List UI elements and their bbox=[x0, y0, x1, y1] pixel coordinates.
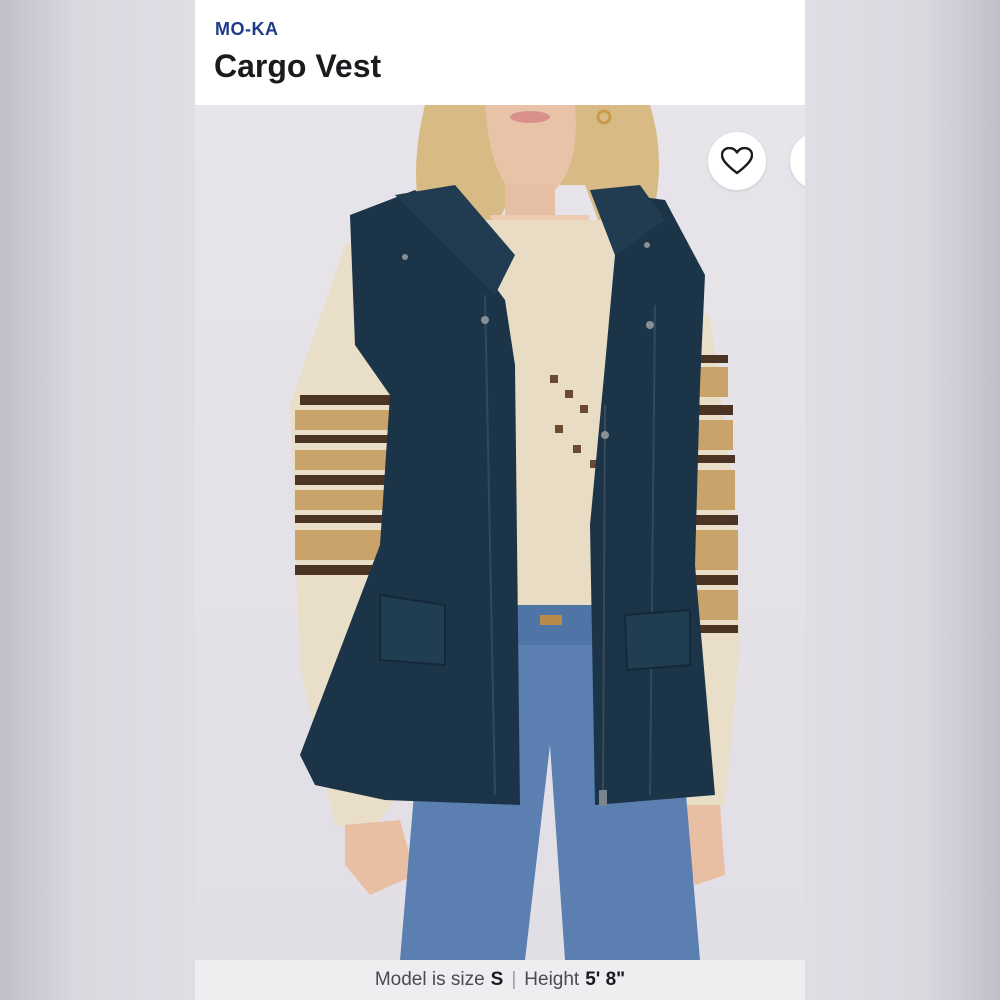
model-info-bar: Model is size S | Height 5' 8" bbox=[195, 960, 805, 1000]
height-value: 5' 8" bbox=[585, 969, 626, 990]
product-title: Cargo Vest bbox=[214, 48, 382, 84]
product-image[interactable] bbox=[195, 105, 805, 960]
size-value: S bbox=[490, 969, 504, 990]
product-screen: MO-KA Cargo Vest Model is size S | Heigh… bbox=[195, 0, 805, 1000]
favorite-button[interactable] bbox=[708, 132, 766, 190]
brand-name[interactable]: MO-KA bbox=[215, 19, 279, 40]
heart-outline-icon bbox=[721, 147, 753, 175]
model-illustration bbox=[290, 105, 740, 960]
size-label: Model is size bbox=[374, 969, 485, 990]
background-blur-left bbox=[0, 0, 195, 1000]
background-blur-right bbox=[805, 0, 1000, 1000]
separator: | bbox=[511, 969, 517, 990]
product-header: MO-KA Cargo Vest bbox=[195, 0, 805, 105]
height-label: Height bbox=[524, 969, 580, 990]
